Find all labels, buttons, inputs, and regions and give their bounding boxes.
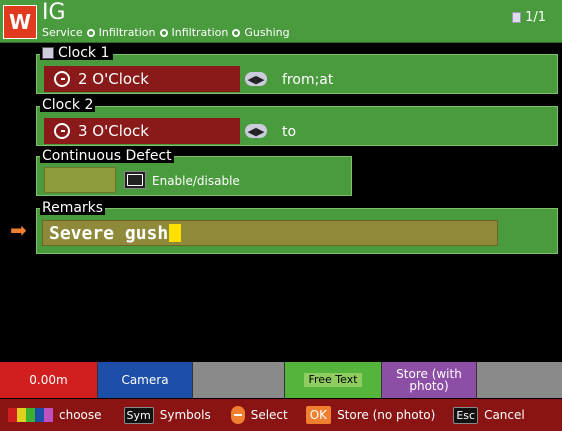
page-number: 1/1 xyxy=(525,10,546,25)
color-keys-icon xyxy=(8,408,53,422)
choose-label: choose xyxy=(59,408,102,422)
page-indicator: 1/1 xyxy=(512,10,546,25)
store-no-photo-label: Store (no photo) xyxy=(337,408,436,422)
breadcrumb-item-infiltration-sub[interactable]: Infiltration xyxy=(172,26,229,39)
clock1-label-row: Clock 1 xyxy=(40,45,114,61)
breadcrumb-separator-icon xyxy=(159,28,168,37)
clock-icon xyxy=(54,71,70,87)
clock1-value: 2 O'Clock xyxy=(78,70,149,88)
select-icon[interactable] xyxy=(230,406,245,424)
text-cursor xyxy=(169,224,182,242)
clock1-field[interactable]: 2 O'Clock xyxy=(44,66,240,92)
page-title: IG xyxy=(42,0,66,25)
breadcrumb-separator-icon xyxy=(232,28,241,37)
continuous-defect-field[interactable] xyxy=(44,167,116,193)
focus-arrow-icon: ➡ xyxy=(10,218,27,242)
key-hint-bar: choose Sym Symbols Select OK Store (no p… xyxy=(0,399,562,431)
breadcrumb-item-service[interactable]: Service xyxy=(42,26,83,39)
clock2-value: 3 O'Clock xyxy=(78,122,149,140)
continuous-defect-label: Continuous Defect xyxy=(40,148,174,164)
fkey-empty-1 xyxy=(193,362,285,398)
fkey-empty-2 xyxy=(477,362,562,398)
enable-disable-label: Enable/disable xyxy=(152,174,240,188)
clock2-relation: to xyxy=(282,124,297,140)
lock-icon xyxy=(42,47,54,59)
select-label: Select xyxy=(250,408,288,422)
breadcrumb-separator-icon xyxy=(86,28,95,37)
app-logo: W xyxy=(3,5,37,39)
clock-icon xyxy=(54,123,70,139)
left-right-arrows-icon[interactable]: ◀▶ xyxy=(245,72,267,86)
clock1-relation: from;at xyxy=(282,72,334,88)
clock1-label: Clock 1 xyxy=(58,45,110,61)
clock2-field[interactable]: 3 O'Clock xyxy=(44,118,240,144)
fkey-store-with-photo[interactable]: Store (with photo) xyxy=(382,362,477,398)
breadcrumb: Service Infiltration Infiltration Gushin… xyxy=(42,26,290,39)
esc-key[interactable]: Esc xyxy=(453,406,479,424)
symbols-label: Symbols xyxy=(159,408,211,422)
fkey-distance[interactable]: 0.00m xyxy=(0,362,98,398)
remarks-input[interactable]: Severe gush xyxy=(42,220,498,246)
left-right-arrows-icon[interactable]: ◀▶ xyxy=(245,124,267,138)
breadcrumb-item-infiltration[interactable]: Infiltration xyxy=(99,26,156,39)
free-text-label: Free Text xyxy=(304,373,362,387)
folder-icon[interactable] xyxy=(124,171,146,189)
fkey-camera[interactable]: Camera xyxy=(98,362,193,398)
sym-key[interactable]: Sym xyxy=(123,406,154,424)
remarks-value: Severe gush xyxy=(49,222,169,244)
ok-key[interactable]: OK xyxy=(305,406,332,424)
clock2-label: Clock 2 xyxy=(40,97,96,113)
page-icon xyxy=(512,12,522,23)
remarks-label: Remarks xyxy=(40,200,106,216)
cancel-label: Cancel xyxy=(484,408,525,422)
fkey-free-text[interactable]: Free Text xyxy=(285,362,382,398)
breadcrumb-item-gushing[interactable]: Gushing xyxy=(244,26,289,39)
